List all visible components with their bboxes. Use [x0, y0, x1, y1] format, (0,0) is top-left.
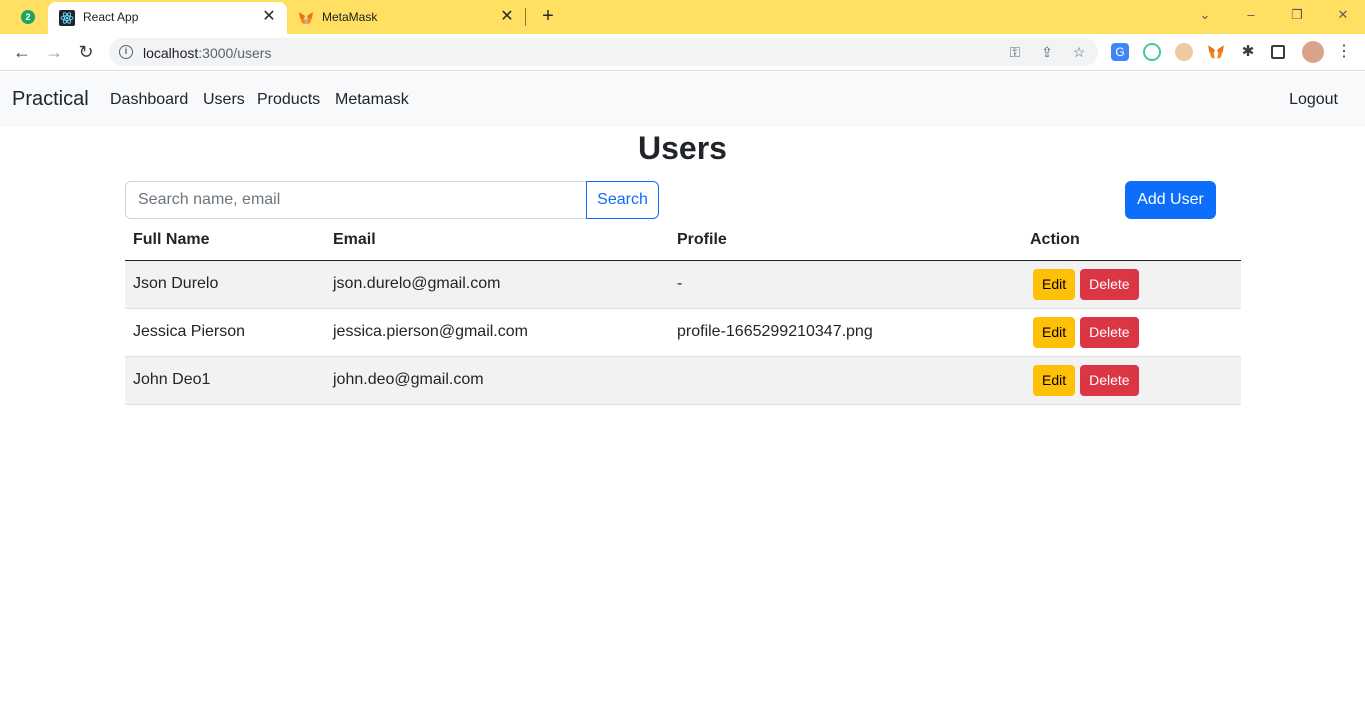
close-icon[interactable]: ✕: [497, 7, 517, 27]
minimize-icon[interactable]: –: [1238, 4, 1264, 26]
delete-button[interactable]: Delete: [1080, 364, 1139, 396]
table-header-row: Full Name Email Profile Action: [125, 221, 1241, 261]
site-info-icon[interactable]: i: [119, 45, 133, 59]
nav-link-users[interactable]: Users: [203, 91, 245, 109]
tab-search-chevron-icon[interactable]: ⌄: [1192, 4, 1218, 26]
tab-metamask[interactable]: MetaMask ✕: [287, 2, 525, 34]
nav-link-products[interactable]: Products: [257, 91, 320, 109]
url-host: localhost: [143, 45, 199, 61]
nav-link-metamask[interactable]: Metamask: [335, 91, 409, 109]
add-user-button[interactable]: Add User: [1125, 181, 1216, 219]
metamask-fox-icon: [299, 12, 313, 24]
owl-icon[interactable]: [1175, 43, 1193, 61]
star-bookmark-icon[interactable]: ☆: [1070, 43, 1088, 61]
edit-button[interactable]: Edit: [1033, 316, 1076, 348]
address-bar[interactable]: i localhost:3000/users ⚿ ⇪ ☆: [109, 38, 1098, 66]
reload-icon[interactable]: ↻: [74, 40, 98, 64]
new-tab-plus-icon[interactable]: +: [537, 5, 559, 27]
tab-title: MetaMask: [322, 10, 378, 24]
cell-email: jessica.pierson@gmail.com: [325, 308, 669, 357]
navbar-brand[interactable]: Practical: [12, 88, 89, 111]
google-translate-icon[interactable]: G: [1111, 43, 1129, 61]
restore-icon[interactable]: ❐: [1284, 4, 1310, 26]
logout-link[interactable]: Logout: [1289, 91, 1338, 109]
column-header-full-name: Full Name: [125, 221, 325, 261]
cell-email: json.durelo@gmail.com: [325, 260, 669, 309]
cell-full-name: Json Durelo: [125, 260, 325, 309]
cell-full-name: Jessica Pierson: [125, 308, 325, 357]
edit-button[interactable]: Edit: [1033, 268, 1076, 300]
table-row: Json Durelo json.durelo@gmail.com - Edit…: [125, 260, 1241, 309]
tab-counter-badge[interactable]: 2: [21, 10, 35, 24]
table-row: John Deo1 john.deo@gmail.com Edit Delete: [125, 356, 1241, 405]
browser-tabstrip: 2 React App ✕ MetaMask ✕ + ⌄ – ❐ ✕: [0, 0, 1365, 34]
column-header-email: Email: [325, 221, 669, 261]
tab-title: React App: [83, 10, 139, 24]
metamask-fox-icon[interactable]: [1207, 43, 1225, 61]
forward-arrow-icon[interactable]: →: [42, 40, 66, 64]
url-path: :3000/users: [198, 45, 272, 61]
cell-profile: [669, 356, 1022, 405]
react-icon: [59, 10, 75, 26]
cell-action: Edit Delete: [1022, 308, 1241, 357]
cell-action: Edit Delete: [1022, 260, 1241, 309]
key-icon[interactable]: ⚿: [1006, 43, 1024, 61]
column-header-action: Action: [1022, 221, 1241, 261]
cell-email: john.deo@gmail.com: [325, 356, 669, 405]
side-panel-icon[interactable]: [1271, 45, 1285, 59]
cell-full-name: John Deo1: [125, 356, 325, 405]
search-input[interactable]: [125, 181, 587, 219]
cell-action: Edit Delete: [1022, 356, 1241, 405]
browser-toolbar: ← → ↻ i localhost:3000/users ⚿ ⇪ ☆ G ✱ ⋮: [0, 34, 1365, 71]
kebab-menu-icon[interactable]: ⋮: [1332, 40, 1356, 64]
tab-react-app[interactable]: React App ✕: [48, 2, 287, 34]
cell-profile: -: [669, 260, 1022, 309]
app-navbar: Practical Dashboard Users Products Metam…: [0, 72, 1365, 127]
cell-profile: profile-1665299210347.png: [669, 308, 1022, 357]
puzzle-icon[interactable]: ✱: [1239, 43, 1257, 61]
close-icon[interactable]: ✕: [259, 7, 279, 27]
back-arrow-icon[interactable]: ←: [10, 40, 34, 64]
colorzilla-icon[interactable]: [1143, 43, 1161, 61]
url-text[interactable]: localhost:3000/users: [143, 45, 271, 61]
delete-button[interactable]: Delete: [1080, 316, 1139, 348]
share-icon[interactable]: ⇪: [1038, 43, 1056, 61]
edit-button[interactable]: Edit: [1033, 364, 1076, 396]
users-table: Full Name Email Profile Action Json Dure…: [125, 221, 1241, 405]
nav-link-dashboard[interactable]: Dashboard: [110, 91, 188, 109]
tab-divider: [525, 8, 526, 26]
column-header-profile: Profile: [669, 221, 1022, 261]
search-button[interactable]: Search: [586, 181, 659, 219]
table-row: Jessica Pierson jessica.pierson@gmail.co…: [125, 308, 1241, 357]
page-title: Users: [638, 130, 727, 166]
delete-button[interactable]: Delete: [1080, 268, 1139, 300]
profile-avatar-icon[interactable]: [1302, 41, 1324, 63]
window-close-icon[interactable]: ✕: [1330, 4, 1356, 26]
